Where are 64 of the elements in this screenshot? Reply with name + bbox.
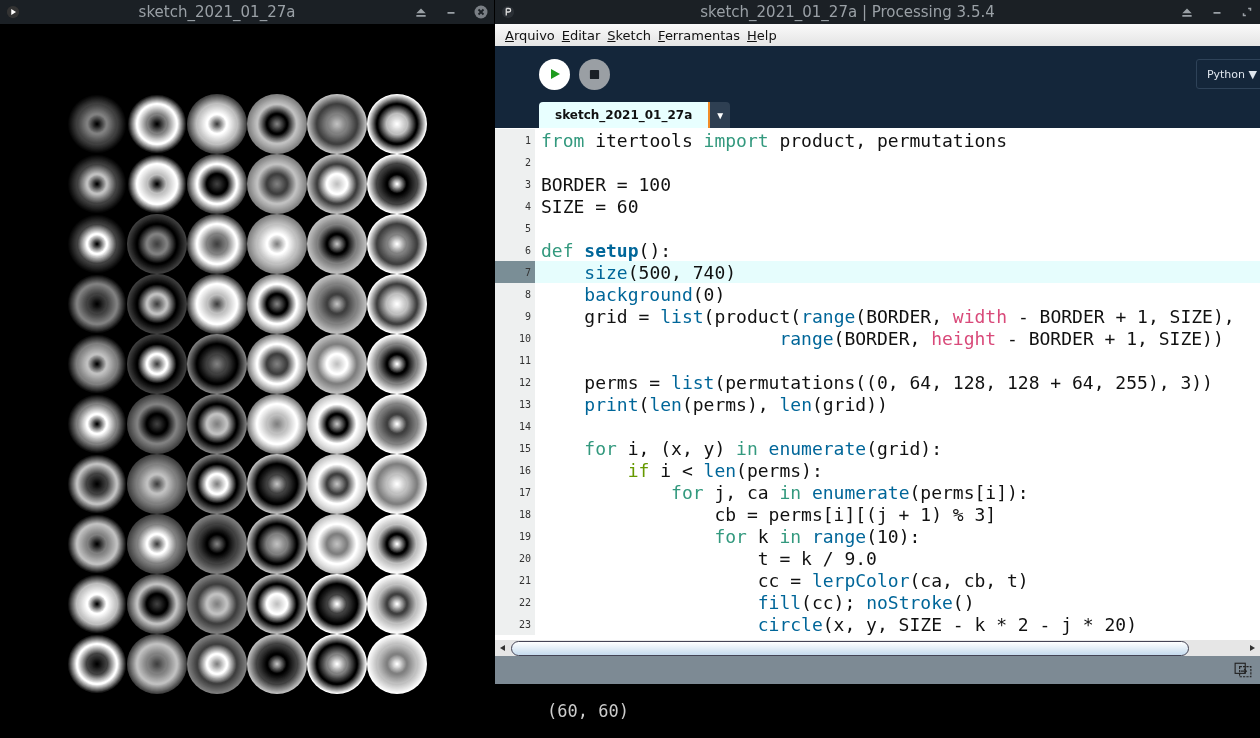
- line-number: 21: [495, 569, 535, 591]
- code-line: for i, (x, y) in enumerate(grid):: [583, 437, 942, 459]
- code-line: range(BORDER, height - BORDER + 1, SIZE)): [778, 327, 1224, 349]
- console-toggle-icon[interactable]: [1234, 661, 1252, 679]
- menu-item[interactable]: Help: [747, 27, 777, 43]
- code-line: cb = perms[i][(j + 1) % 3]: [713, 503, 997, 525]
- line-number: 5: [495, 217, 535, 239]
- line-number: 3: [495, 173, 535, 195]
- code-line: print(len(perms), len(grid)): [583, 393, 888, 415]
- line-number: 9: [495, 305, 535, 327]
- code-line: t = k / 9.0: [756, 547, 877, 569]
- line-number: 10: [495, 327, 535, 349]
- line-number: 1: [495, 129, 535, 151]
- mode-dropdown[interactable]: Python ▼: [1195, 59, 1260, 89]
- line-number: 4: [495, 195, 535, 217]
- file-tab[interactable]: sketch_2021_01_27a: [539, 102, 711, 128]
- line-number: 17: [495, 481, 535, 503]
- line-number: 15: [495, 437, 535, 459]
- line-number: 13: [495, 393, 535, 415]
- play-icon: [6, 5, 20, 19]
- tab-menu-button[interactable]: ▼: [710, 102, 731, 128]
- console-output: (60, 60): [547, 701, 629, 721]
- line-number: 20: [495, 547, 535, 569]
- menu-item[interactable]: Ferramentas: [658, 27, 741, 43]
- menu-item[interactable]: Sketch: [607, 27, 652, 43]
- code-line: cc = lerpColor(ca, cb, t): [756, 569, 1029, 591]
- code-line: fill(cc); noStroke(): [756, 591, 975, 613]
- code-line: size(500, 740): [583, 261, 737, 283]
- code-line: for k in range(10):: [713, 525, 921, 547]
- menu-item[interactable]: Arquivo: [505, 27, 555, 43]
- line-number: 11: [495, 349, 535, 371]
- window-title: sketch_2021_01_27a | Processing 3.5.4: [699, 3, 996, 21]
- close-icon[interactable]: [474, 5, 488, 19]
- code-line: SIZE = 60: [540, 195, 639, 217]
- line-number: 18: [495, 503, 535, 525]
- code-line: background(0): [583, 283, 726, 305]
- code-line: def setup():: [540, 239, 672, 261]
- line-number: 14: [495, 415, 535, 437]
- menu-item[interactable]: Editar: [561, 27, 601, 43]
- code-line: from itertools import product, permutations: [540, 129, 1008, 151]
- code-line: circle(x, y, SIZE - k * 2 - j * 20): [756, 613, 1138, 635]
- code-line: for j, ca in enumerate(perms[i]):: [670, 481, 1029, 503]
- stop-button[interactable]: [579, 58, 610, 90]
- line-number: 8: [495, 283, 535, 305]
- stop-icon: [589, 68, 600, 80]
- code-line: perms = list(permutations((0, 64, 128, 128 + 64, 255), 3)): [583, 371, 1213, 393]
- line-number: 16: [495, 459, 535, 481]
- scroll-right-icon[interactable]: [1248, 644, 1256, 652]
- code-line: grid = list(product(range(BORDER, width - BORDER + 1, SIZE),: [583, 305, 1235, 327]
- line-number: 23: [495, 613, 535, 635]
- app-logo-icon: [501, 5, 515, 19]
- code-line: if i < len(perms):: [626, 459, 823, 481]
- code-line: BORDER = 100: [540, 173, 672, 195]
- play-icon: [548, 68, 561, 80]
- run-button[interactable]: [539, 58, 570, 90]
- line-number: 7: [495, 261, 535, 283]
- line-number: 22: [495, 591, 535, 613]
- line-number: 19: [495, 525, 535, 547]
- line-number: 12: [495, 371, 535, 393]
- window-title: sketch_2021_01_27a: [137, 3, 297, 21]
- line-number: 2: [495, 151, 535, 173]
- restore-icon[interactable]: [1240, 5, 1254, 19]
- line-number: 6: [495, 239, 535, 261]
- scroll-left-icon[interactable]: [499, 644, 507, 652]
